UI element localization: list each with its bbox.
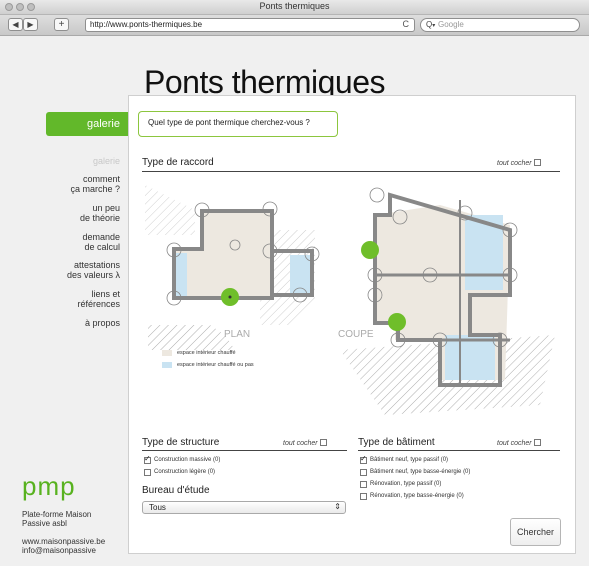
forward-arrow-icon: ▶ [27, 20, 34, 29]
coupe-drawing: COUPE [338, 187, 555, 415]
check-all-label: tout cocher [497, 440, 532, 447]
batiment-check-all[interactable]: tout cocher [497, 439, 541, 447]
browser-toolbar: ◀ ▶ + http://www.ponts-thermiques.be C Q… [0, 15, 589, 36]
url-text: http://www.ponts-thermiques.be [90, 20, 203, 29]
option-label-renovation-passif: Rénovation, type passif (0) [370, 481, 442, 487]
nav-label-line: demande [82, 232, 120, 242]
nav-item-attestations[interactable]: attestations des valeurs λ [10, 260, 120, 280]
plan-outside-hatch [145, 185, 195, 235]
search-icon: Q▾ [426, 20, 436, 29]
option-label-massive: Construction massive (0) [154, 457, 221, 463]
legend-swatch-unheated [162, 362, 172, 368]
check-all-label: tout cocher [497, 160, 532, 167]
search-placeholder: Google [438, 20, 464, 29]
thermal-bridge-drawings: PLAN COUPE [145, 185, 555, 415]
org-name-line: Plate-forme Maison [22, 510, 92, 519]
nav-item-demande[interactable]: demande de calcul [10, 232, 120, 252]
raccord-check-all[interactable]: tout cocher [497, 159, 541, 167]
back-arrow-icon: ◀ [12, 20, 19, 29]
back-button[interactable]: ◀ [8, 18, 23, 31]
add-bookmark-button[interactable]: + [54, 18, 69, 31]
option-checkbox-renovation-passif[interactable] [360, 481, 367, 488]
email-link[interactable]: info@maisonpassive [22, 546, 105, 555]
nav-item-comment[interactable]: comment ça marche ? [10, 174, 120, 194]
plan-label: PLAN [224, 329, 250, 340]
nav-label-line: un peu [92, 203, 120, 213]
section-divider [142, 450, 347, 451]
coupe-highlight-marker[interactable] [361, 241, 379, 259]
coupe-label: COUPE [338, 329, 374, 340]
coupe-unheated-area [445, 335, 495, 380]
nav-item-a-propos[interactable]: à propos [10, 318, 120, 328]
contact-info: www.maisonpassive.be info@maisonpassive [22, 537, 105, 555]
nav-item-liens[interactable]: liens et références [10, 289, 120, 309]
org-name-line: Passive asbl [22, 519, 67, 528]
plan-ground-hatch [148, 325, 235, 350]
bureau-selected-value: Tous [149, 503, 166, 512]
nav-label-line: liens et [91, 289, 120, 299]
nav-label-line: références [77, 299, 120, 309]
nav-label-line: de calcul [84, 242, 120, 252]
option-checkbox-neuf-basse-energie[interactable] [360, 469, 367, 476]
nav-label-line: des valeurs λ [66, 270, 120, 280]
browser-window: Ponts thermiques ◀ ▶ + http://www.ponts-… [0, 0, 589, 566]
window-title: Ponts thermiques [259, 1, 330, 11]
section-divider [142, 171, 560, 172]
forward-button[interactable]: ▶ [23, 18, 38, 31]
legend-swatch-heated [162, 350, 172, 356]
option-label-legere: Construction légère (0) [154, 469, 216, 475]
option-checkbox-massive[interactable] [144, 454, 151, 464]
check-all-label: tout cocher [283, 440, 318, 447]
plan-heated-area [204, 213, 270, 298]
coupe-highlight-marker[interactable] [388, 313, 406, 331]
reload-icon[interactable]: C [403, 19, 410, 29]
check-all-checkbox[interactable] [533, 159, 541, 166]
option-label-renovation-basse-energie: Rénovation, type basse-énergie (0) [370, 493, 464, 499]
bureau-select[interactable]: Tous ⇕ [142, 501, 346, 514]
raccord-section-title: Type de raccord [142, 157, 214, 168]
option-label-neuf-basse-energie: Bâtiment neuf, type basse-énergie (0) [370, 469, 471, 475]
search-submit-button[interactable]: Chercher [510, 518, 561, 546]
legend-heated-label: espace intérieur chauffé [177, 350, 236, 356]
pmp-logo[interactable]: pmp [22, 471, 76, 502]
question-box: Quel type de pont thermique cherchez-vou… [138, 111, 338, 137]
option-checkbox-renovation-basse-energie[interactable] [360, 493, 367, 500]
structure-check-all[interactable]: tout cocher [283, 439, 327, 447]
nav-label-line: ça marche ? [70, 184, 120, 194]
nav-label-line: comment [82, 174, 120, 184]
select-arrows-icon: ⇕ [334, 502, 341, 511]
plan-drawing: PLAN [145, 185, 320, 350]
nav-item-theorie[interactable]: un peu de théorie [10, 203, 120, 223]
nav-label-line: de théorie [79, 213, 120, 223]
option-checkbox-legere[interactable] [144, 469, 151, 476]
batiment-section-title: Type de bâtiment [358, 437, 435, 448]
check-all-checkbox[interactable] [533, 439, 541, 446]
org-name: Plate-forme Maison Passive asbl [22, 510, 91, 528]
option-checkbox-neuf-passif[interactable] [360, 454, 367, 464]
nav-item-galerie[interactable]: galerie [10, 156, 120, 166]
nav-label-line: attestations [73, 260, 120, 270]
plus-icon: + [58, 19, 65, 30]
structure-section-title: Type de structure [142, 437, 220, 448]
address-bar[interactable]: http://www.ponts-thermiques.be C [85, 18, 415, 32]
legend-unheated-label: espace intérieur chauffé ou pas [177, 362, 254, 368]
bureau-section-title: Bureau d'étude [142, 485, 210, 496]
option-label-neuf-passif: Bâtiment neuf, type passif (0) [370, 457, 449, 463]
search-field[interactable]: Q▾ Google [420, 18, 580, 32]
active-tab-galerie[interactable]: galerie [46, 112, 128, 136]
website-link[interactable]: www.maisonpassive.be [22, 537, 105, 546]
check-all-checkbox[interactable] [319, 439, 327, 446]
title-bar: Ponts thermiques [0, 0, 589, 15]
plan-unheated-area [290, 255, 312, 293]
section-divider [358, 450, 560, 451]
